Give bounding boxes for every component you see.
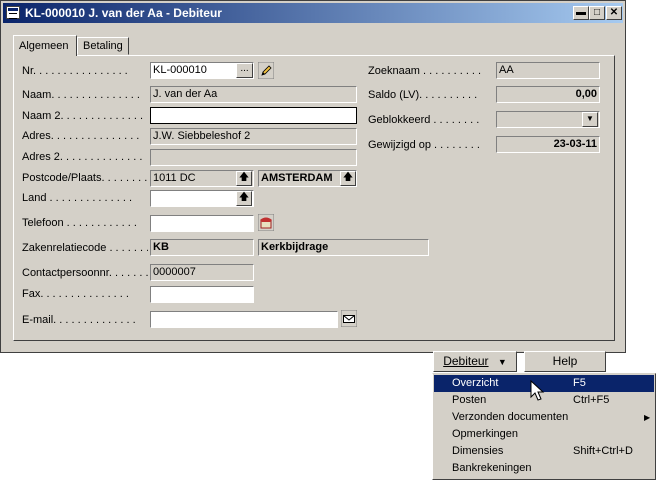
menu-item-label: Overzicht [452,377,499,389]
menu-item-label: Verzonden documenten [452,411,569,423]
plaats-lookup-button[interactable]: 🡅 [340,171,356,186]
dropdown-arrow-icon: ▼ [586,114,594,123]
menu-item-shortcut: F5 [573,377,586,389]
close-icon: ✕ [609,7,619,18]
label-nr: Nr. . . . . . . . . . . . . . . . [22,65,128,77]
maximize-button[interactable]: □ [589,6,605,20]
label-saldo: Saldo (LV). . . . . . . . . . [368,89,478,101]
dropdown-arrow-icon: ▼ [497,357,507,367]
edit-button[interactable] [257,61,275,80]
menu-item-label: Opmerkingen [452,428,519,440]
fax-field[interactable] [150,286,254,303]
menu-item-dimensies[interactable]: Dimensies Shift+Ctrl+D [434,443,654,460]
label-adres2: Adres 2. . . . . . . . . . . . . . [22,151,143,163]
label-naam2: Naam 2. . . . . . . . . . . . . . [22,110,144,122]
close-button[interactable]: ✕ [606,6,622,20]
zoeknaam-field[interactable]: AA [496,62,600,79]
phone-button[interactable] [257,213,275,232]
pencil-icon [257,61,275,80]
up-arrow-icon: 🡅 [238,172,250,183]
adres2-field[interactable] [150,149,357,166]
label-naam: Naam. . . . . . . . . . . . . . . [22,89,140,101]
label-land: Land . . . . . . . . . . . . . . [22,192,133,204]
up-arrow-icon: 🡅 [342,172,354,183]
land-lookup-button[interactable]: 🡅 [236,191,252,206]
adres-field[interactable]: J.W. Siebbeleshof 2 [150,128,357,145]
postcode-lookup-button[interactable]: 🡅 [236,171,252,186]
email-button[interactable] [340,309,358,328]
tab-betaling[interactable]: Betaling [77,37,129,55]
envelope-icon [340,309,358,328]
label-gewijzigd-op: Gewijzigd op . . . . . . . . [368,139,480,151]
label-postcode-plaats: Postcode/Plaats. . . . . . . . [22,172,148,184]
zakenrelatie-naam-field: Kerkbijdrage [258,239,429,256]
debiteur-menu-button[interactable]: Debiteur ▼ [433,351,517,372]
label-email: E-mail. . . . . . . . . . . . . . [22,314,136,326]
mouse-pointer-icon [530,379,545,401]
menu-item-bankrekeningen[interactable]: Bankrekeningen [434,460,654,477]
label-geblokkeerd: Geblokkeerd . . . . . . . . [368,114,480,126]
maximize-icon: □ [593,7,601,18]
phone-icon [257,213,275,232]
help-button[interactable]: Help [524,351,606,372]
label-contactpersoonnr: Contactpersoonnr. . . . . . . . [22,267,148,279]
contactpersoonnr-field[interactable]: 0000007 [150,264,254,281]
menu-item-shortcut: Ctrl+F5 [573,394,610,406]
label-zakenrelatiecode: Zakenrelatiecode . . . . . . . [22,242,148,254]
submenu-arrow-icon: ▶ [644,413,651,422]
telefoon-field[interactable] [150,215,254,232]
label-fax: Fax. . . . . . . . . . . . . . . [22,288,129,300]
zakenrelatiecode-field[interactable]: KB [150,239,254,256]
debiteur-button-label: Debiteur [443,354,489,368]
menu-item-label: Bankrekeningen [452,462,532,474]
label-zoeknaam: Zoeknaam . . . . . . . . . . [368,65,482,77]
naam2-field[interactable] [150,107,357,124]
menu-item-label: Posten [452,394,487,406]
menu-item-verzonden-documenten[interactable]: Verzonden documenten ▶ [434,409,654,426]
title-bar[interactable]: KL-000010 J. van der Aa - Debiteur ▬ □ ✕ [3,3,623,23]
label-adres: Adres. . . . . . . . . . . . . . . [22,130,140,142]
saldo-field[interactable]: 0,00 [496,86,600,103]
mouse-pointer [530,379,546,402]
minimize-icon: ▬ [576,7,586,18]
menu-item-label: Dimensies [452,445,504,457]
label-telefoon: Telefoon . . . . . . . . . . . . [22,217,137,229]
menu-item-shortcut: Shift+Ctrl+D [573,445,633,457]
window-title: KL-000010 J. van der Aa - Debiteur [25,6,222,20]
email-field[interactable] [150,311,338,328]
minimize-button[interactable]: ▬ [573,6,589,20]
form-icon [6,6,20,19]
debiteur-card-window: KL-000010 J. van der Aa - Debiteur ▬ □ ✕… [0,0,626,353]
menu-item-opmerkingen[interactable]: Opmerkingen [434,426,654,443]
geblokkeerd-dropdown-button[interactable]: ▼ [582,112,598,127]
assist-edit-button[interactable]: ... [236,63,253,78]
naam-field[interactable]: J. van der Aa [150,86,357,103]
gewijzigd-op-field[interactable]: 23-03-11 [496,136,600,153]
up-arrow-icon: 🡅 [238,192,250,203]
tab-algemeen[interactable]: Algemeen [13,35,77,56]
